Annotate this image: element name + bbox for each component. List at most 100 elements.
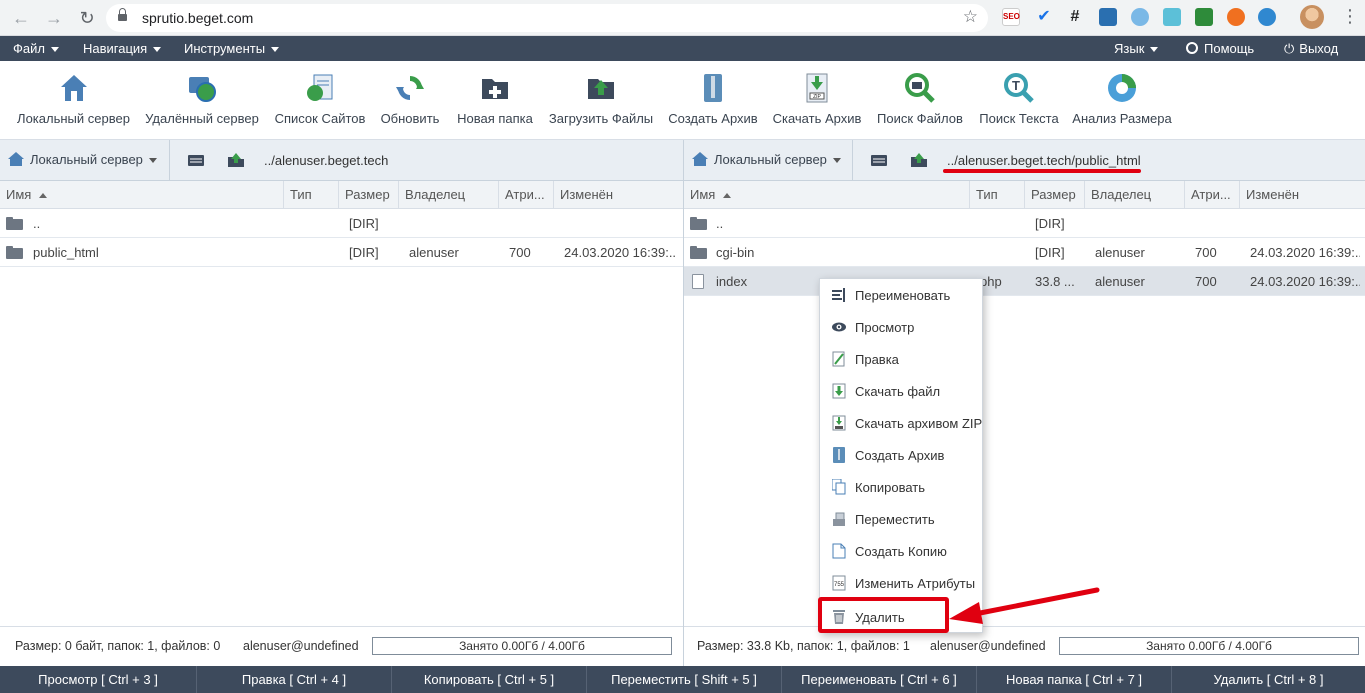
- green-extension-icon[interactable]: [1195, 8, 1213, 26]
- divider: [852, 140, 853, 181]
- seo-extension-icon[interactable]: SEO: [1002, 8, 1020, 26]
- column-modified[interactable]: Изменён: [1240, 181, 1365, 209]
- forward-icon[interactable]: →: [43, 7, 65, 29]
- check-extension-icon[interactable]: ✔: [1035, 8, 1053, 26]
- column-attrs[interactable]: Атри...: [1185, 181, 1240, 209]
- fkey-new-folder[interactable]: Новая папка [ Ctrl + 7 ]: [977, 666, 1172, 693]
- column-size[interactable]: Размер: [1025, 181, 1085, 209]
- ctx-rename[interactable]: Переименовать: [820, 279, 984, 311]
- toolbar-search-text[interactable]: T Поиск Текста: [976, 61, 1062, 140]
- menu-language[interactable]: Язык: [1114, 41, 1159, 56]
- fkey-move[interactable]: Переместить [ Shift + 5 ]: [587, 666, 782, 693]
- table-row[interactable]: .. [DIR]: [0, 209, 683, 238]
- edit-icon: [832, 351, 845, 367]
- column-owner[interactable]: Владелец: [399, 181, 499, 209]
- left-server-select[interactable]: Локальный сервер: [8, 152, 157, 167]
- house-icon: [692, 152, 708, 166]
- right-pathbar: Локальный сервер ../alenuser.beget.tech/…: [684, 140, 1365, 181]
- toolbar-upload[interactable]: Загрузить Файлы: [546, 61, 656, 140]
- column-attrs[interactable]: Атри...: [499, 181, 554, 209]
- menu-tools[interactable]: Инструменты: [184, 41, 280, 56]
- column-type[interactable]: Тип: [284, 181, 339, 209]
- right-file-list: .. [DIR] cgi-bin [DIR] alenuser 700 24.0…: [684, 209, 1365, 296]
- column-name[interactable]: Имя: [0, 181, 284, 209]
- right-server-select[interactable]: Локальный сервер: [692, 152, 841, 167]
- ctx-copy[interactable]: Копировать: [820, 471, 984, 503]
- fkey-delete[interactable]: Удалить [ Ctrl + 8 ]: [1172, 666, 1365, 693]
- chevron-down-icon: [832, 158, 841, 164]
- size-analysis-icon: [1108, 74, 1136, 102]
- left-current-path[interactable]: ../alenuser.beget.tech: [264, 153, 388, 168]
- toolbar-refresh[interactable]: Обновить: [378, 61, 442, 140]
- right-status-summary: Размер: 33.8 Kb, папок: 1, файлов: 1: [697, 639, 910, 653]
- ctx-download-zip[interactable]: Скачать архивом ZIP: [820, 407, 984, 439]
- drive-icon[interactable]: [870, 152, 888, 168]
- fkey-edit[interactable]: Правка [ Ctrl + 4 ]: [197, 666, 392, 693]
- column-modified[interactable]: Изменён: [554, 181, 683, 209]
- chevron-down-icon: [50, 47, 59, 53]
- table-row[interactable]: cgi-bin [DIR] alenuser 700 24.03.2020 16…: [684, 238, 1365, 267]
- table-row[interactable]: .. [DIR]: [684, 209, 1365, 238]
- svg-text:T: T: [1012, 78, 1020, 93]
- sync-extension-icon[interactable]: [1258, 8, 1276, 26]
- teal-extension-icon[interactable]: [1163, 8, 1181, 26]
- menu-navigation[interactable]: Навигация: [83, 41, 162, 56]
- rename-icon: [832, 288, 845, 302]
- ctx-duplicate[interactable]: Создать Копию: [820, 535, 984, 567]
- left-statusbar: Размер: 0 байт, папок: 1, файлов: 0 alen…: [0, 626, 683, 666]
- ctx-move[interactable]: Переместить: [820, 503, 984, 535]
- fire-extension-icon[interactable]: [1227, 8, 1245, 26]
- profile-avatar[interactable]: [1300, 5, 1324, 29]
- column-size[interactable]: Размер: [339, 181, 399, 209]
- folder-up-icon[interactable]: [910, 152, 928, 168]
- ctx-edit[interactable]: Правка: [820, 343, 984, 375]
- fkey-rename[interactable]: Переименовать [ Ctrl + 6 ]: [782, 666, 977, 693]
- toolbar-local-server[interactable]: Локальный сервер: [15, 61, 132, 140]
- folder-up-icon[interactable]: [227, 152, 245, 168]
- bookmark-star-icon[interactable]: ☆: [963, 7, 978, 27]
- remote-server-icon: [189, 77, 216, 102]
- context-menu: Переименовать Просмотр Правка Скачать фа…: [819, 278, 983, 633]
- ctx-create-archive[interactable]: Создать Архив: [820, 439, 984, 471]
- svg-text:755: 755: [834, 582, 845, 588]
- fkey-view[interactable]: Просмотр [ Ctrl + 3 ]: [0, 666, 197, 693]
- toolbar-search-files[interactable]: Поиск Файлов: [874, 61, 966, 140]
- menu-logout[interactable]: ⏻ Выход: [1284, 41, 1338, 57]
- right-current-path[interactable]: ../alenuser.beget.tech/public_html: [947, 153, 1141, 168]
- toolbar-site-list[interactable]: Список Сайтов: [272, 61, 368, 140]
- right-status-user: alenuser@undefined: [930, 639, 1046, 653]
- new-folder-icon: [482, 79, 508, 99]
- table-row[interactable]: public_html [DIR] alenuser 700 24.03.202…: [0, 238, 683, 267]
- toolbar-new-folder[interactable]: Новая папка: [454, 61, 536, 140]
- sort-ascending-icon: [39, 193, 48, 199]
- annotation-arrow-icon: [949, 587, 1100, 624]
- blue-extension-icon[interactable]: [1099, 8, 1117, 26]
- hash-extension-icon[interactable]: #: [1066, 8, 1084, 26]
- toolbar-remote-server[interactable]: Удалённый сервер: [144, 61, 260, 140]
- column-owner[interactable]: Владелец: [1085, 181, 1185, 209]
- fkey-copy[interactable]: Копировать [ Ctrl + 5 ]: [392, 666, 587, 693]
- table-row-selected[interactable]: index php 33.8 ... alenuser 700 24.03.20…: [684, 267, 1365, 296]
- address-bar[interactable]: sprutio.beget.com ☆: [106, 4, 988, 32]
- ctx-view[interactable]: Просмотр: [820, 311, 984, 343]
- reload-icon[interactable]: ↻: [76, 7, 98, 29]
- move-icon: [833, 512, 845, 526]
- menu-help[interactable]: Помощь: [1186, 41, 1254, 56]
- cloud-extension-icon[interactable]: [1131, 8, 1149, 26]
- back-icon[interactable]: ←: [10, 7, 32, 29]
- toolbar-size-analysis[interactable]: Анализ Размера: [1072, 61, 1172, 140]
- archive-icon: [833, 447, 845, 463]
- left-pathbar: Локальный сервер ../alenuser.beget.tech: [0, 140, 683, 181]
- ctx-download-file[interactable]: Скачать файл: [820, 375, 984, 407]
- lock-icon: [118, 8, 127, 23]
- browser-menu-icon[interactable]: ⋮: [1341, 6, 1359, 27]
- column-name[interactable]: Имя: [684, 181, 970, 209]
- eye-icon: [832, 322, 846, 332]
- svg-text:ZIP: ZIP: [813, 94, 821, 100]
- menu-file[interactable]: Файл: [13, 41, 59, 56]
- toolbar-create-archive[interactable]: Создать Архив: [666, 61, 760, 140]
- column-type[interactable]: Тип: [970, 181, 1025, 209]
- toolbar-download-archive[interactable]: ZIP Скачать Архив: [770, 61, 864, 140]
- path-highlight-underline: [943, 169, 1141, 173]
- drive-icon[interactable]: [187, 152, 205, 168]
